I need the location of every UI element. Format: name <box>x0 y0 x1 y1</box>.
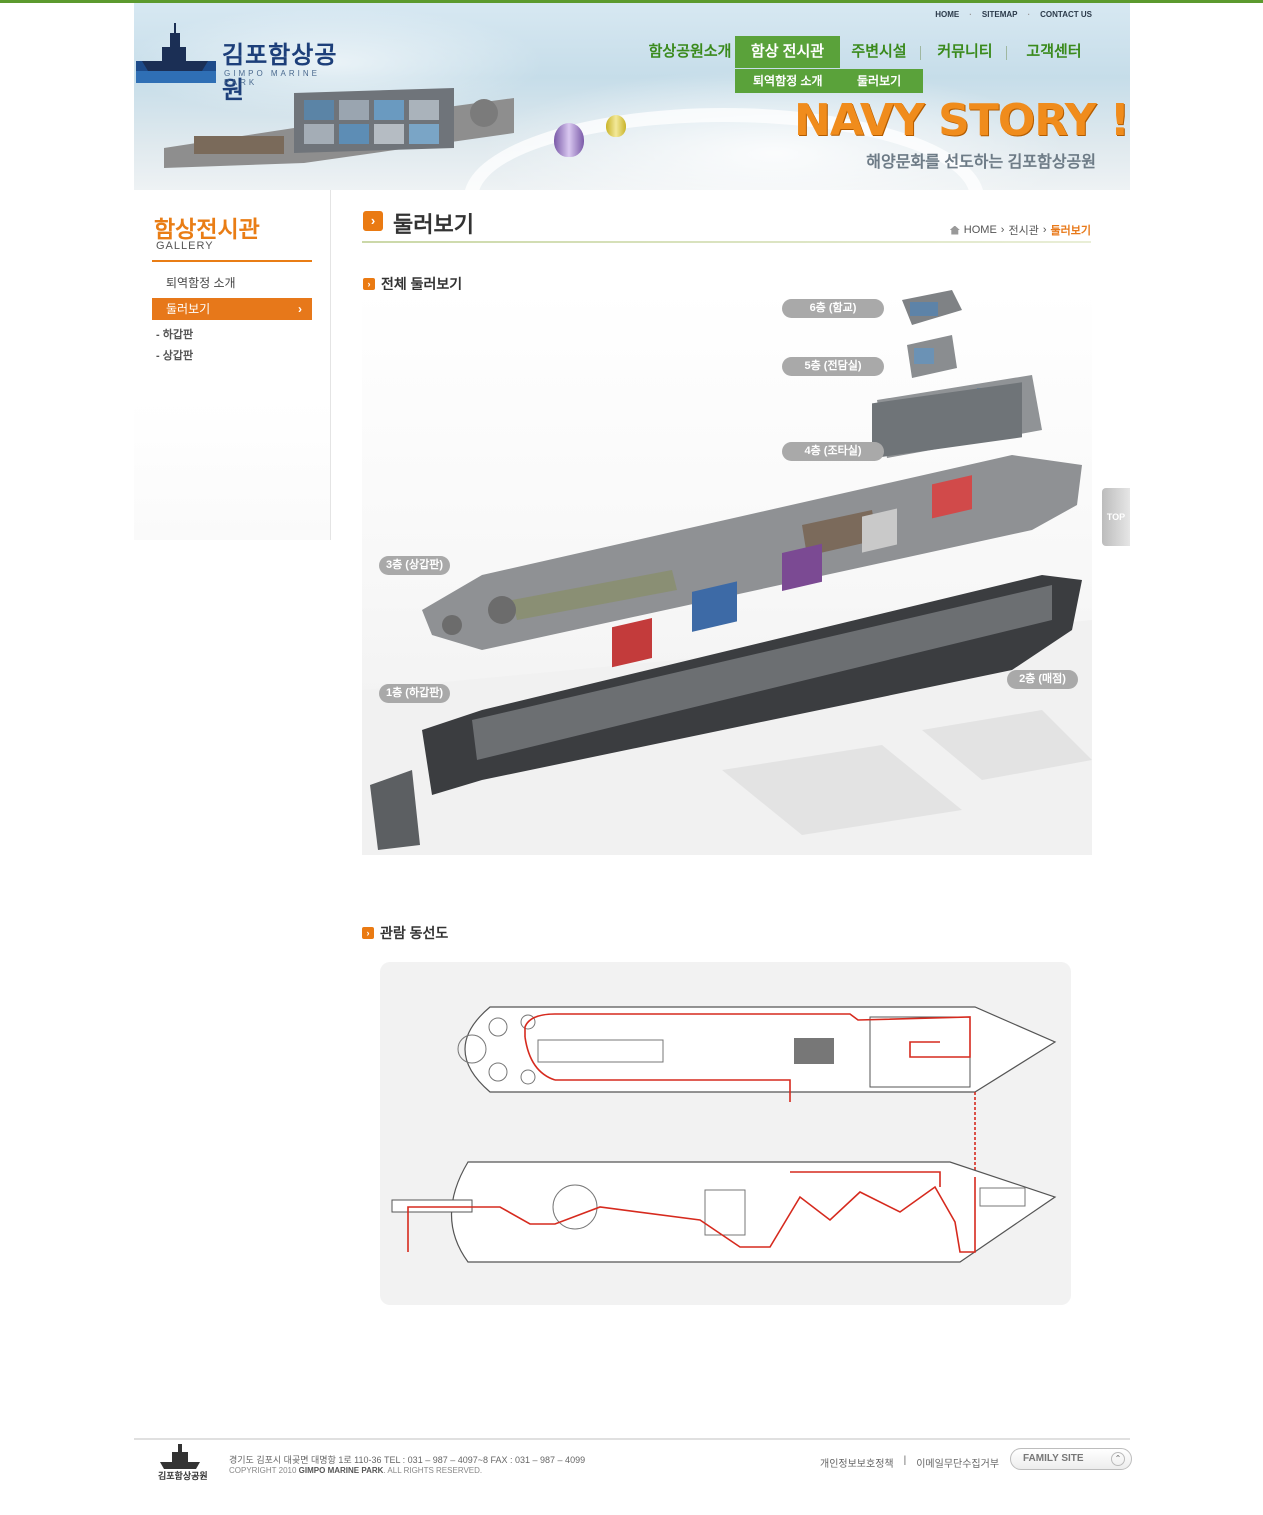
footer-address: 경기도 김포시 대곶면 대명항 1로 110-36 TEL : 031 – 98… <box>229 1455 586 1465</box>
site-header: 김포함상공원 GIMPO MARINE PARK HOME · SITEMAP … <box>134 3 1130 190</box>
footer-link-privacy[interactable]: 개인정보보호정책 <box>820 1455 894 1470</box>
copyright-prefix: COPYRIGHT 2010 <box>229 1466 297 1475</box>
util-contact-link[interactable]: CONTACT US <box>1040 10 1092 19</box>
gnb-customer-center[interactable]: 고객센터 <box>1019 36 1089 68</box>
title-underline <box>362 241 1091 243</box>
deck-label-3f: 3층 (상갑판) <box>379 556 450 575</box>
copyright-suffix: . ALL RIGHTS RESERVED. <box>383 1466 483 1475</box>
breadcrumb-home[interactable]: HOME <box>964 224 997 236</box>
scroll-top-button[interactable]: TOP <box>1102 488 1130 546</box>
balloon-purple <box>554 123 584 157</box>
route-title-text: 관람 동선도 <box>380 925 449 941</box>
sub-nav: 퇴역함정 소개 둘러보기 <box>735 69 923 93</box>
deck-label-5f: 5층 (전담실) <box>782 357 884 376</box>
balloon-yellow <box>606 115 626 137</box>
logo-ship-icon <box>136 23 216 83</box>
family-site-select[interactable]: FAMILY SITE ⌃ <box>1010 1448 1132 1470</box>
deck-label-6f: 6층 (함교) <box>782 299 884 318</box>
footer-copyright: COPYRIGHT 2010 GIMPO MARINE PARK. ALL RI… <box>229 1466 482 1475</box>
subnav-ship-intro[interactable]: 퇴역함정 소개 <box>753 69 823 93</box>
main-nav: 함상공원소개 함상 전시관 주변시설 커뮤니티 고객센터 <box>634 36 1094 68</box>
ship-cutaway-graphic <box>362 290 1092 855</box>
breadcrumb: HOME › 전시관 › 둘러보기 <box>949 222 1091 238</box>
breadcrumb-separator-icon: › <box>1000 224 1005 236</box>
chevron-up-icon: ⌃ <box>1111 1452 1125 1466</box>
footer-link-separator: | <box>903 1455 907 1466</box>
subnav-tour[interactable]: 둘러보기 <box>857 69 901 93</box>
hero-headline: NAVY STORY ! <box>794 95 1130 146</box>
breadcrumb-current: 둘러보기 <box>1050 225 1091 237</box>
sidebar-item-tour[interactable]: 둘러보기 › <box>152 298 312 320</box>
gnb-separator <box>1006 46 1007 60</box>
title-arrow-icon: › <box>363 211 383 231</box>
page-title: 둘러보기 <box>393 212 474 237</box>
breadcrumb-separator-icon: › <box>1042 224 1047 236</box>
gnb-facilities[interactable]: 주변시설 <box>844 36 914 68</box>
footer-divider <box>134 1438 1130 1440</box>
gnb-separator <box>920 46 921 60</box>
sidebar-item-label: 둘러보기 <box>166 302 211 316</box>
util-separator: · <box>1027 10 1031 19</box>
route-section-title: › 관람 동선도 <box>362 923 448 943</box>
utility-nav: HOME · SITEMAP · CONTACT US <box>935 10 1092 19</box>
sidebar-subitem-lower-deck[interactable]: - 하갑판 <box>156 326 193 342</box>
util-separator: · <box>969 10 972 19</box>
breadcrumb-exhibition[interactable]: 전시관 <box>1008 222 1038 238</box>
footer-link-email-policy[interactable]: 이메일무단수집거부 <box>916 1455 999 1470</box>
sidebar-subtitle: GALLERY <box>156 240 214 252</box>
footer-links: 개인정보보호정책 | 이메일무단수집거부 <box>820 1455 999 1470</box>
gnb-exhibition-hall[interactable]: 함상 전시관 <box>735 36 840 68</box>
family-site-label: FAMILY SITE <box>1023 1453 1084 1464</box>
home-icon <box>949 225 960 235</box>
gnb-community[interactable]: 커뮤니티 <box>930 36 1000 68</box>
logo-subtitle: GIMPO MARINE PARK <box>224 69 321 87</box>
gnb-park-intro[interactable]: 함상공원소개 <box>644 36 736 68</box>
section-bullet-icon: › <box>363 278 375 290</box>
sidebar: 함상전시관 GALLERY 퇴역함정 소개 둘러보기 › - 하갑판 - 상갑판 <box>134 190 331 540</box>
util-home-link[interactable]: HOME <box>935 10 959 19</box>
section-bullet-icon: › <box>362 927 374 939</box>
util-sitemap-link[interactable]: SITEMAP <box>982 10 1018 19</box>
copyright-brand: GIMPO MARINE PARK <box>298 1466 384 1475</box>
footer-logo-text: 김포함상공원 <box>158 1471 208 1481</box>
deck-label-2f: 2층 (매점) <box>1007 670 1078 689</box>
site-logo[interactable]: 김포함상공원 GIMPO MARINE PARK <box>136 21 346 104</box>
hero-tagline: 해양문화를 선도하는 김포함상공원 <box>866 154 1096 171</box>
sidebar-item-ship-intro[interactable]: 퇴역함정 소개 <box>152 272 312 294</box>
ship-overview-illustration: 6층 (함교) 5층 (전담실) 4층 (조타실) 3층 (상갑판) 2층 (매… <box>362 290 1092 855</box>
sidebar-title: 함상전시관 <box>154 217 260 243</box>
deck-label-4f: 4층 (조타실) <box>782 442 884 461</box>
chevron-right-icon: › <box>298 302 302 316</box>
route-floorplan-graphic <box>391 1006 1057 1263</box>
sidebar-subitem-upper-deck[interactable]: - 상갑판 <box>156 347 193 363</box>
visitor-route-map <box>380 962 1071 1305</box>
sidebar-divider <box>152 260 312 262</box>
deck-label-1f: 1층 (하갑판) <box>379 684 450 703</box>
